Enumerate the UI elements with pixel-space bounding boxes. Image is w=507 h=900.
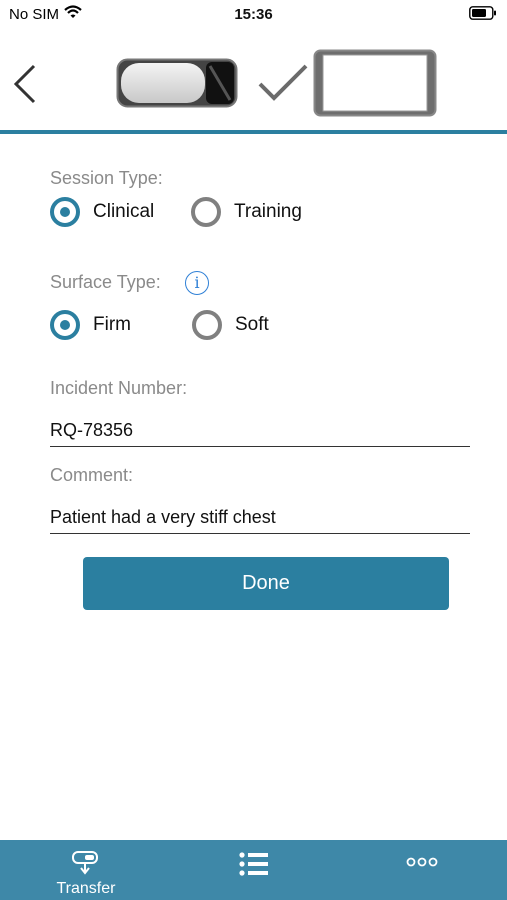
tab-more[interactable] xyxy=(400,840,444,900)
toolbar-divider xyxy=(0,130,507,134)
battery-icon xyxy=(469,6,496,20)
radio-unselected-icon xyxy=(191,197,221,227)
radio-selected-icon xyxy=(50,197,80,227)
screen-device-icon[interactable] xyxy=(313,49,437,117)
comment-value: Patient had a very stiff chest xyxy=(50,507,276,527)
incident-number-field[interactable]: RQ-78356 xyxy=(50,414,470,447)
tab-transfer[interactable]: Transfer xyxy=(40,840,132,900)
status-bar: No SIM 15:36 xyxy=(0,0,507,28)
radio-soft[interactable]: Soft xyxy=(192,310,269,340)
back-button[interactable] xyxy=(8,62,44,106)
radio-soft-label: Soft xyxy=(235,314,269,335)
radio-training-label: Training xyxy=(234,201,302,222)
surface-type-label: Surface Type: xyxy=(50,272,161,292)
list-icon xyxy=(239,852,268,876)
comment-field[interactable]: Patient had a very stiff chest xyxy=(50,501,470,534)
radio-unselected-icon xyxy=(192,310,222,340)
session-type-label: Session Type: xyxy=(50,168,163,188)
clock: 15:36 xyxy=(234,6,273,23)
radio-firm[interactable]: Firm xyxy=(50,310,131,340)
comment-label: Comment: xyxy=(50,465,134,485)
incident-number-label: Incident Number: xyxy=(50,378,188,398)
incident-number-value: RQ-78356 xyxy=(50,420,134,440)
radio-selected-icon xyxy=(50,310,80,340)
transfer-icon xyxy=(72,851,98,875)
radio-firm-label: Firm xyxy=(93,314,131,335)
more-icon xyxy=(406,857,438,867)
tab-transfer-label: Transfer xyxy=(56,880,116,897)
radio-clinical[interactable]: Clinical xyxy=(50,197,154,227)
checkmark-icon[interactable] xyxy=(256,62,310,102)
done-button[interactable]: Done xyxy=(83,557,449,610)
radio-clinical-label: Clinical xyxy=(93,201,155,222)
info-icon[interactable]: i xyxy=(185,271,209,295)
toggle-device-icon[interactable] xyxy=(116,58,238,108)
tab-bar: Transfer xyxy=(0,840,507,900)
tab-list[interactable] xyxy=(232,840,276,900)
radio-training[interactable]: Training xyxy=(191,197,302,227)
toolbar xyxy=(0,28,507,132)
